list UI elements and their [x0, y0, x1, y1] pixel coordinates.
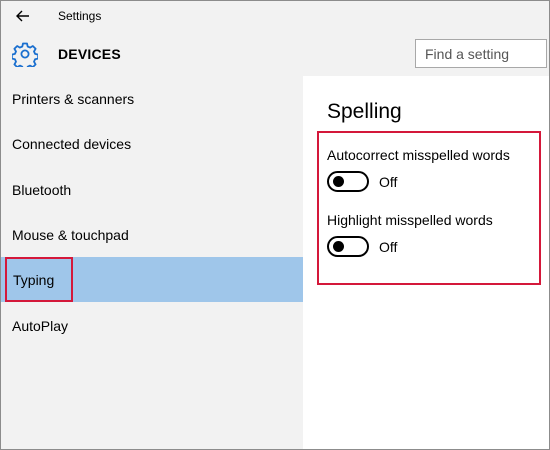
highlight-label: Highlight misspelled words — [327, 212, 493, 228]
title-bar: Settings — [1, 1, 549, 31]
sidebar-item-printers-scanners[interactable]: Printers & scanners — [1, 76, 303, 121]
window-title: Settings — [58, 9, 102, 23]
sidebar-item-mouse-touchpad[interactable]: Mouse & touchpad — [1, 212, 303, 257]
highlight-toggle[interactable] — [327, 236, 369, 257]
autocorrect-state: Off — [379, 174, 398, 190]
sidebar-item-autoplay[interactable]: AutoPlay — [1, 303, 303, 348]
search-input[interactable] — [416, 40, 546, 67]
highlight-state: Off — [379, 239, 398, 255]
sidebar-item-label: Printers & scanners — [12, 90, 135, 107]
back-button[interactable] — [9, 5, 37, 27]
sidebar-item-label: Connected devices — [12, 135, 132, 152]
search-box[interactable] — [415, 39, 547, 68]
back-arrow-icon — [16, 10, 29, 22]
page-header: DEVICES — [1, 31, 549, 76]
sidebar-item-label: Bluetooth — [12, 181, 72, 198]
sidebar-item-label: Mouse & touchpad — [12, 226, 129, 243]
settings-window: Settings DEVICES Printers & scanners Con… — [0, 0, 550, 450]
sidebar-item-label: AutoPlay — [12, 317, 69, 334]
sidebar: Printers & scanners Connected devices Bl… — [1, 76, 303, 449]
sidebar-item-connected-devices[interactable]: Connected devices — [1, 121, 303, 166]
toggle-knob — [333, 176, 344, 187]
main-content: Spelling Autocorrect misspelled words Of… — [303, 76, 549, 449]
autocorrect-label: Autocorrect misspelled words — [327, 147, 510, 163]
page-title: DEVICES — [58, 46, 121, 62]
autocorrect-toggle[interactable] — [327, 171, 369, 192]
section-title: Spelling — [327, 100, 402, 123]
sidebar-item-bluetooth[interactable]: Bluetooth — [1, 167, 303, 212]
gear-icon — [12, 42, 38, 67]
toggle-knob — [333, 241, 344, 252]
typing-highlight-box — [5, 257, 73, 302]
